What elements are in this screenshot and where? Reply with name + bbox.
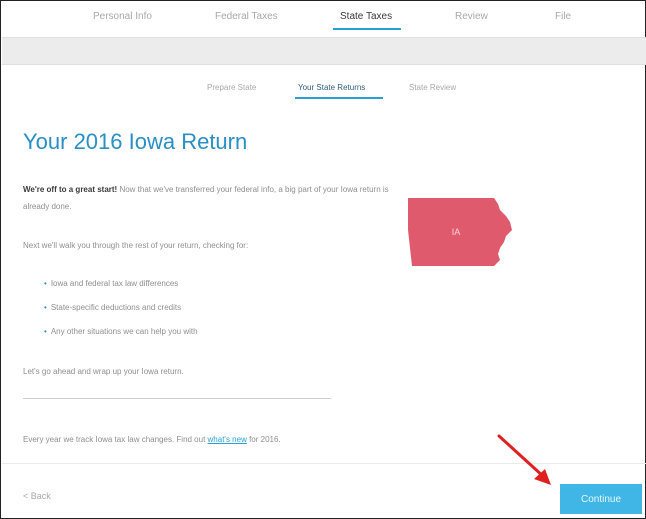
intro-paragraph: We're off to a great start! Now that we'…	[23, 181, 413, 215]
bullet-item: Iowa and federal tax law differences	[44, 279, 178, 288]
continue-button[interactable]: Continue	[560, 484, 642, 514]
footer-note-pre: Every year we track Iowa tax law changes…	[23, 435, 208, 444]
next-paragraph: Next we'll walk you through the rest of …	[23, 241, 249, 250]
footer-note: Every year we track Iowa tax law changes…	[23, 431, 443, 448]
top-nav-state-taxes[interactable]: State Taxes	[340, 11, 392, 22]
top-nav: Personal Info Federal Taxes State Taxes …	[15, 1, 641, 37]
top-nav-review[interactable]: Review	[455, 11, 488, 22]
header-bar	[2, 37, 646, 65]
sub-nav-your-state-returns[interactable]: Your State Returns	[298, 83, 365, 92]
intro-bold: We're off to a great start!	[23, 185, 118, 194]
annotation-arrow-icon	[497, 434, 551, 485]
back-button[interactable]: < Back	[23, 491, 51, 501]
wrap-paragraph: Let's go ahead and wrap up your Iowa ret…	[23, 367, 184, 376]
top-nav-personal-info[interactable]: Personal Info	[93, 11, 152, 22]
page-frame: Personal Info Federal Taxes State Taxes …	[0, 0, 646, 519]
bullet-item: Any other situations we can help you wit…	[44, 327, 198, 336]
top-nav-file[interactable]: File	[555, 11, 571, 22]
whats-new-link[interactable]: what's new	[208, 435, 247, 444]
iowa-map: IA	[406, 196, 516, 268]
top-nav-federal-taxes[interactable]: Federal Taxes	[215, 11, 278, 22]
sub-nav-active-underline	[295, 97, 383, 99]
sub-nav-prepare-state[interactable]: Prepare State	[207, 83, 256, 92]
top-nav-active-underline	[333, 28, 401, 30]
page-title: Your 2016 Iowa Return	[23, 129, 248, 154]
state-label: IA	[452, 227, 461, 237]
bullet-item: State-specific deductions and credits	[44, 303, 181, 312]
iowa-state-shape-icon: IA	[408, 198, 512, 266]
divider	[23, 398, 331, 399]
footer-note-post: for 2016.	[246, 435, 281, 444]
sub-nav-state-review[interactable]: State Review	[409, 83, 456, 92]
